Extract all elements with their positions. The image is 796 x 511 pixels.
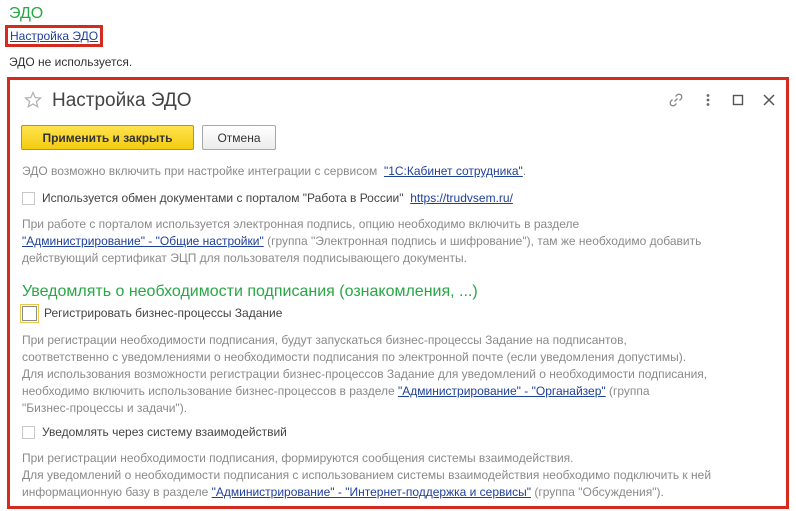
interaction-option-row: Уведомлять через систему взаимодействий (22, 424, 287, 440)
cancel-button[interactable]: Отмена (202, 125, 276, 150)
close-icon[interactable] (761, 92, 777, 108)
int-info-line-3: информационную базу в разделе "Администр… (22, 485, 664, 499)
int-info-line-2: Для уведомлений о необходимости подписан… (22, 468, 712, 482)
bp-info-line-4: необходимо включить использование бизнес… (22, 384, 650, 398)
portal-info-line-3: действующий сертификат ЭЦП для пользоват… (22, 251, 467, 265)
portal-info-line-2: "Администрирование" - "Общие настройки" … (22, 234, 702, 248)
notify-section-title: Уведомлять о необходимости подписания (о… (22, 283, 478, 300)
settings-link-highlight: Настройка ЭДО (5, 25, 104, 47)
business-process-option-row: Регистрировать бизнес-процессы Задание (20, 303, 282, 323)
settings-dialog: Настройка ЭДО Применить и закрыть Отмена… (7, 77, 789, 509)
apply-and-close-button[interactable]: Применить и закрыть (21, 125, 194, 150)
interaction-checkbox[interactable] (22, 425, 35, 439)
portal-option-row: Используется обмен документами с портало… (22, 190, 513, 206)
bp-info-line-1: При регистрации необходимости подписания… (22, 333, 627, 347)
dialog-header: Настройка ЭДО (10, 80, 786, 120)
settings-edo-link[interactable]: Настройка ЭДО (10, 29, 98, 43)
interaction-checkbox-label[interactable]: Уведомлять через систему взаимодействий (42, 424, 287, 440)
more-menu-icon[interactable] (700, 92, 716, 108)
business-process-checkbox[interactable] (20, 303, 39, 323)
portal-checkbox[interactable] (22, 191, 35, 205)
trudvsem-link[interactable]: https://trudvsem.ru/ (410, 190, 513, 206)
admin-internet-support-link[interactable]: "Администрирование" - "Интернет-поддержк… (212, 485, 531, 499)
maximize-icon[interactable] (730, 92, 746, 108)
edo-status-text: ЭДО не используется. (9, 55, 133, 69)
bp-info-line-2: соответственно с уведомлениями о необход… (22, 350, 687, 364)
int-info-line-1: При регистрации необходимости подписания… (22, 451, 574, 465)
bp-info-line-3: Для использования возможности регистраци… (22, 367, 708, 381)
intro-text: ЭДО возможно включить при настройке инте… (22, 164, 527, 178)
section-title-edo: ЭДО (9, 5, 44, 22)
link-icon[interactable] (668, 92, 684, 108)
portal-info-line-1: При работе с порталом используется элект… (22, 217, 580, 231)
star-icon[interactable] (24, 91, 42, 109)
bp-info-line-5: "Бизнес-процессы и задачи"). (22, 401, 188, 415)
admin-general-settings-link[interactable]: "Администрирование" - "Общие настройки" (22, 234, 264, 248)
cabinet-link[interactable]: "1С:Кабинет сотрудника" (384, 164, 523, 178)
dialog-title: Настройка ЭДО (52, 90, 192, 111)
portal-checkbox-label[interactable]: Используется обмен документами с портало… (42, 190, 404, 206)
business-process-checkbox-label[interactable]: Регистрировать бизнес-процессы Задание (44, 305, 282, 321)
admin-organizer-link[interactable]: "Администрирование" - "Органайзер" (398, 384, 606, 398)
